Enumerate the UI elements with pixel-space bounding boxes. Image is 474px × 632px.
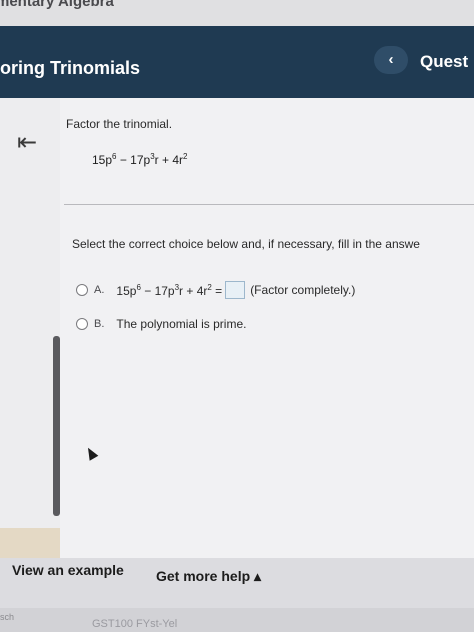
view-example-link[interactable]: View an example bbox=[12, 562, 124, 578]
problem-prompt: Factor the trinomial. bbox=[66, 117, 173, 131]
rail-highlight-band bbox=[0, 528, 60, 558]
taskbar-left-text: sch bbox=[0, 612, 15, 622]
choice-a-radio[interactable] bbox=[76, 284, 88, 296]
problem-expression: 15p6 − 17p3r + 4r2 bbox=[92, 152, 188, 167]
left-rail bbox=[0, 98, 60, 558]
scrollbar-thumb[interactable] bbox=[53, 336, 60, 516]
section-title: oring Trinomials bbox=[0, 58, 141, 78]
answer-input-box[interactable] bbox=[225, 281, 246, 299]
choice-b-letter: B. bbox=[94, 318, 105, 330]
previous-question-button[interactable]: ‹ bbox=[374, 46, 408, 74]
question-label: Quest bbox=[420, 52, 469, 71]
taskbar bbox=[0, 608, 474, 632]
choice-a-letter: A. bbox=[94, 284, 105, 296]
choice-a-expression: 15p6 − 17p3r + 4r2 = bbox=[116, 282, 223, 298]
choice-a[interactable]: A. 15p6 − 17p3r + 4r2 = (Factor complete… bbox=[76, 280, 355, 300]
choice-b-text: The polynomial is prime. bbox=[116, 317, 247, 331]
collapse-left-arrow-icon[interactable]: ⇤ bbox=[10, 128, 44, 158]
section-divider bbox=[64, 204, 474, 205]
course-title: mentary Algebra bbox=[0, 0, 114, 10]
factor-completely-note: (Factor completely.) bbox=[250, 283, 356, 297]
get-more-help-button[interactable]: Get more help ▴ bbox=[156, 568, 261, 585]
taskbar-text: GST100 FYst-Yel bbox=[92, 618, 178, 630]
choice-b[interactable]: B. The polynomial is prime. bbox=[76, 314, 246, 334]
choice-b-radio[interactable] bbox=[76, 318, 88, 330]
instruction-text: Select the correct choice below and, if … bbox=[72, 237, 420, 251]
course-strip: mentary Algebra bbox=[0, 0, 474, 26]
